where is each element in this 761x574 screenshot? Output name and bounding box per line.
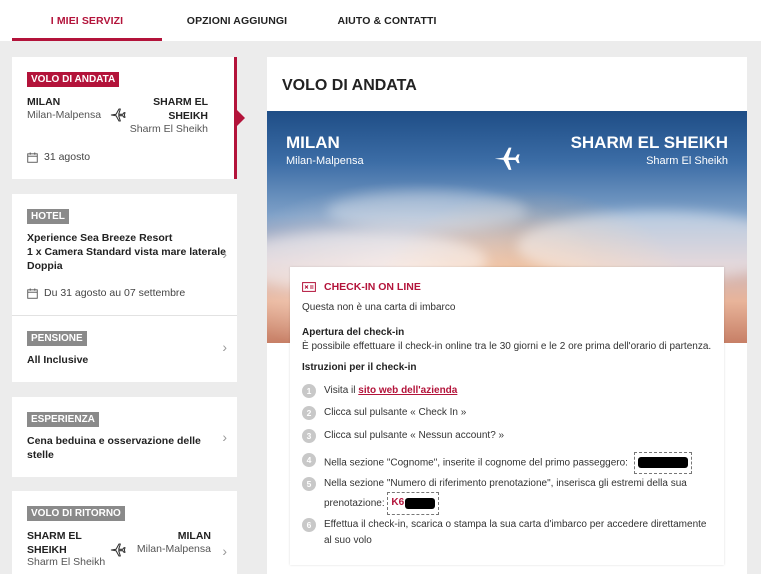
- hotel-section[interactable]: Xperience Sea Breeze Resort 1 x Camera S…: [12, 194, 237, 315]
- outbound-from-airport: Milan-Malpensa: [27, 109, 102, 121]
- cloud-decoration: [327, 191, 527, 231]
- hero-to-airport: Sharm El Sheikh: [646, 155, 728, 167]
- chevron-right-icon: ›: [222, 429, 227, 445]
- board-value: All Inclusive: [27, 354, 89, 366]
- tab-my-services[interactable]: I MIEI SERVIZI: [12, 0, 162, 41]
- return-flight-card[interactable]: VOLO DI RITORNO SHARM EL SHEIKH Sharm El…: [12, 491, 237, 574]
- top-navigation: I MIEI SERVIZI OPZIONI AGGIUNGI AIUTO & …: [0, 0, 761, 41]
- page-title: VOLO DI ANDATA: [282, 77, 417, 94]
- plane-icon: [494, 147, 520, 170]
- calendar-icon: [27, 287, 38, 299]
- flight-detail-panel: VOLO DI ANDATA MILAN Milan-Malpensa SHAR…: [267, 57, 747, 574]
- checkin-note: Questa non è una carta di imbarco: [302, 302, 456, 313]
- outbound-badge: VOLO DI ANDATA: [27, 72, 120, 87]
- checkin-step: 4 Nella sezione "Cognome", inserite il c…: [302, 452, 692, 474]
- hero-from-city: MILAN: [286, 133, 340, 152]
- outbound-from-city: MILAN: [27, 96, 61, 108]
- hotel-room: 1 x Camera Standard vista mare laterale …: [27, 246, 227, 272]
- return-to-city: MILAN: [177, 530, 211, 542]
- hero-from-airport: Milan-Malpensa: [286, 155, 364, 167]
- selection-arrow-icon: [237, 110, 245, 126]
- experience-title: Cena beduina e osservazione delle stelle: [27, 435, 201, 461]
- outbound-to-airport: Sharm El Sheikh: [129, 123, 208, 135]
- checkin-step: 6 Effettua il check-in, scarica o stampa…: [302, 517, 706, 549]
- checkin-heading: CHECK-IN ON LINE: [302, 281, 712, 293]
- return-from-city: SHARM EL SHEIKH: [27, 530, 82, 556]
- return-badge: VOLO DI RITORNO: [27, 506, 125, 521]
- ticket-icon: [302, 282, 316, 292]
- experience-badge: ESPERIENZA: [27, 412, 99, 427]
- plane-icon: [110, 108, 126, 122]
- opening-title: Apertura del check-in: [302, 327, 405, 338]
- booking-reference-value[interactable]: K6: [387, 492, 440, 515]
- plane-icon: [110, 543, 126, 557]
- checkin-step: 2 Clicca sul pulsante « Check In »: [302, 405, 466, 421]
- checkin-box: CHECK-IN ON LINE Questa non è una carta …: [290, 267, 724, 565]
- tab-help-contacts[interactable]: AIUTO & CONTATTI: [312, 0, 462, 41]
- checkin-step: 1 Visita il sito web dell'azienda: [302, 383, 457, 399]
- chevron-right-icon: ›: [222, 543, 227, 559]
- checkin-step: 5 Nella sezione "Numero di riferimento p…: [302, 476, 687, 515]
- company-website-link[interactable]: sito web dell'azienda: [358, 385, 457, 396]
- return-from-airport: Sharm El Sheikh: [27, 556, 106, 568]
- chevron-right-icon: ›: [222, 339, 227, 355]
- board-section[interactable]: PENSIONE All Inclusive ›: [12, 316, 237, 382]
- board-badge: PENSIONE: [27, 331, 87, 346]
- hotel-name: Xperience Sea Breeze Resort: [27, 232, 173, 244]
- tab-add-options[interactable]: OPZIONI AGGIUNGI: [162, 0, 312, 41]
- return-to-airport: Milan-Malpensa: [136, 543, 211, 555]
- experience-card[interactable]: ESPERIENZA Cena beduina e osservazione d…: [12, 397, 237, 477]
- outbound-date: 31 agosto: [27, 151, 90, 163]
- hotel-card: HOTEL Xperience Sea Breeze Resort 1 x Ca…: [12, 194, 237, 382]
- outbound-flight-card[interactable]: VOLO DI ANDATA MILAN Milan-Malpensa SHAR…: [12, 57, 237, 179]
- instructions-title: Istruzioni per il check-in: [302, 362, 417, 373]
- calendar-icon: [27, 151, 38, 163]
- hero-to-city: SHARM EL SHEIKH: [570, 133, 728, 152]
- chevron-right-icon: ›: [222, 246, 227, 262]
- opening-text: È possibile effettuare il check-in onlin…: [302, 341, 712, 352]
- hotel-dates: Du 31 agosto au 07 settembre: [27, 287, 185, 299]
- checkin-step: 3 Clicca sul pulsante « Nessun account? …: [302, 428, 504, 444]
- surname-value[interactable]: [633, 452, 692, 474]
- outbound-to-city: SHARM EL SHEIKH: [153, 96, 208, 122]
